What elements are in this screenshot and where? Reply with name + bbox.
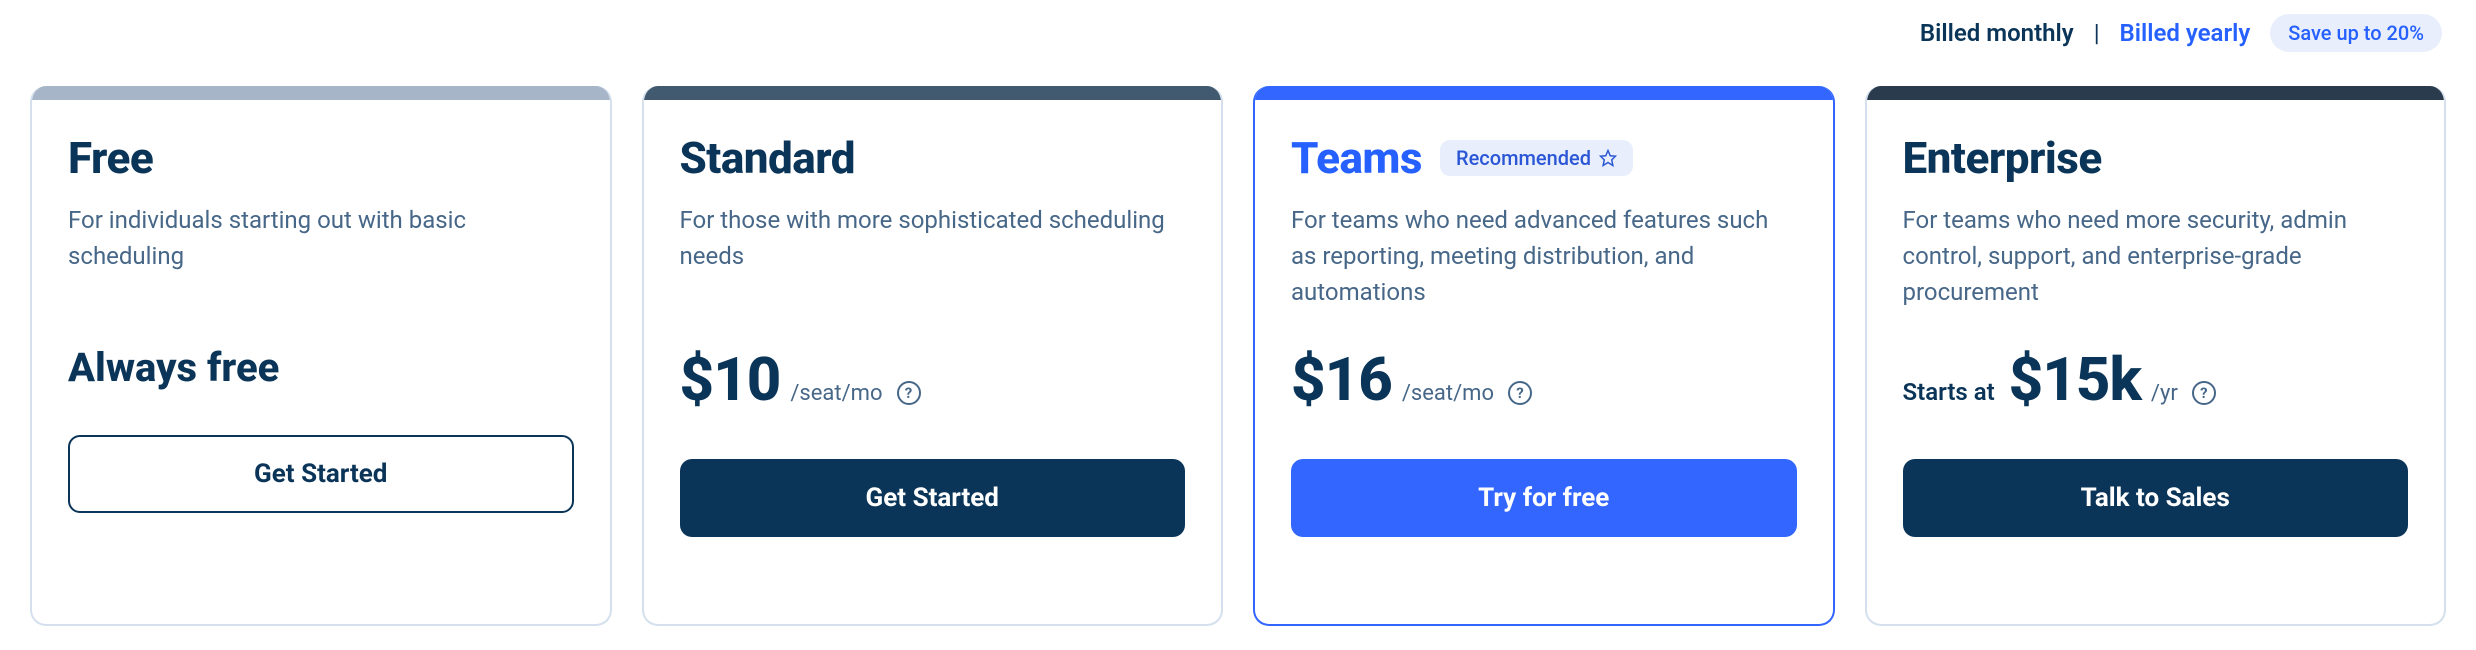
plan-description: For teams who need advanced features suc… bbox=[1291, 202, 1797, 322]
plan-price-per: /seat/mo bbox=[790, 381, 882, 406]
plan-accent-bar bbox=[1867, 86, 2445, 100]
save-badge: Save up to 20% bbox=[2270, 14, 2442, 52]
plan-accent-bar bbox=[32, 86, 610, 100]
info-icon[interactable]: ? bbox=[1508, 381, 1532, 405]
plans-grid: Free For individuals starting out with b… bbox=[30, 86, 2446, 626]
plan-price-per: /seat/mo bbox=[1402, 381, 1494, 406]
plan-accent-bar bbox=[1255, 86, 1833, 100]
plan-price-row: $10 /seat/mo ? bbox=[680, 344, 1186, 415]
get-started-button[interactable]: Get Started bbox=[680, 459, 1186, 537]
plan-card-standard: Standard For those with more sophisticat… bbox=[642, 86, 1224, 626]
plan-price-per: /yr bbox=[2151, 381, 2178, 406]
plan-title: Enterprise bbox=[1903, 132, 2102, 184]
recommended-label: Recommended bbox=[1456, 146, 1591, 170]
plan-price-label: Always free bbox=[68, 344, 574, 391]
plan-description: For those with more sophisticated schedu… bbox=[680, 202, 1186, 322]
plan-card-enterprise: Enterprise For teams who need more secur… bbox=[1865, 86, 2447, 626]
plan-title: Teams bbox=[1291, 132, 1422, 184]
plan-title: Free bbox=[68, 132, 153, 184]
plan-price: $16 bbox=[1291, 344, 1392, 415]
plan-card-free: Free For individuals starting out with b… bbox=[30, 86, 612, 626]
try-for-free-button[interactable]: Try for free bbox=[1291, 459, 1797, 537]
billing-separator: | bbox=[2094, 19, 2100, 47]
billing-monthly-option[interactable]: Billed monthly bbox=[1920, 19, 2074, 47]
plan-card-teams: Teams Recommended For teams who need adv… bbox=[1253, 86, 1835, 626]
recommended-badge: Recommended bbox=[1440, 140, 1633, 176]
plan-accent-bar bbox=[644, 86, 1222, 100]
plan-price: $10 bbox=[680, 344, 781, 415]
plan-title: Standard bbox=[680, 132, 855, 184]
plan-price-row: Starts at $15k /yr ? bbox=[1903, 344, 2409, 415]
star-icon bbox=[1599, 149, 1617, 167]
plan-description: For individuals starting out with basic … bbox=[68, 202, 574, 322]
talk-to-sales-button[interactable]: Talk to Sales bbox=[1903, 459, 2409, 537]
info-icon[interactable]: ? bbox=[2192, 381, 2216, 405]
info-icon[interactable]: ? bbox=[897, 381, 921, 405]
plan-starts-at: Starts at bbox=[1903, 378, 1995, 406]
billing-toggle: Billed monthly | Billed yearly Save up t… bbox=[30, 0, 2446, 86]
billing-yearly-option[interactable]: Billed yearly bbox=[2120, 19, 2251, 47]
plan-price-row: $16 /seat/mo ? bbox=[1291, 344, 1797, 415]
get-started-button[interactable]: Get Started bbox=[68, 435, 574, 513]
plan-description: For teams who need more security, admin … bbox=[1903, 202, 2409, 322]
plan-price: $15k bbox=[2009, 344, 2141, 415]
